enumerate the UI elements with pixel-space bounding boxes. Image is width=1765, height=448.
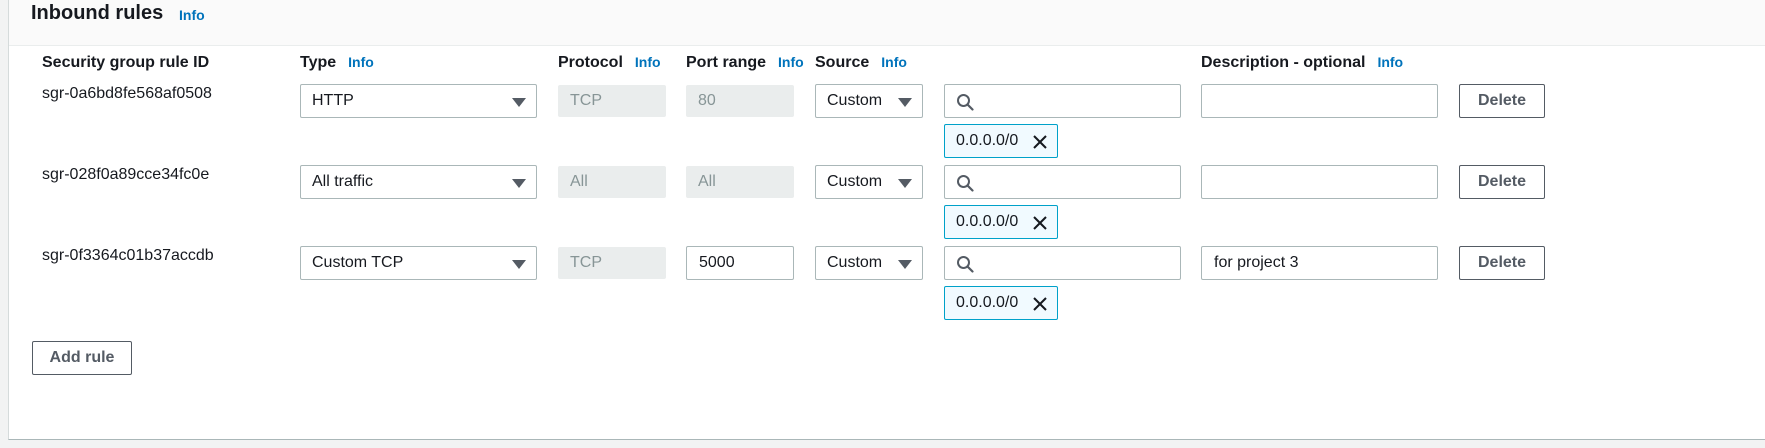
col-rule-id: Security group rule ID <box>42 54 209 72</box>
caret-down-icon <box>898 179 912 188</box>
col-type: Type Info <box>300 54 374 72</box>
rule-id: sgr-028f0a89cce34fc0e <box>42 166 210 183</box>
caret-down-icon <box>512 260 526 269</box>
caret-down-icon <box>898 260 912 269</box>
cidr-search-input[interactable] <box>944 165 1181 199</box>
cidr-search-input[interactable] <box>944 84 1181 118</box>
source-select[interactable]: Custom <box>815 246 923 280</box>
port-range-input[interactable]: 5000 <box>686 246 794 280</box>
close-icon[interactable] <box>1031 295 1049 313</box>
description-input[interactable] <box>1201 84 1438 118</box>
source-select-value: Custom <box>827 254 883 271</box>
source-select-value: Custom <box>827 173 883 190</box>
cidr-token-label: 0.0.0.0/0 <box>956 132 1019 149</box>
col-protocol: Protocol Info <box>558 54 661 72</box>
description-input[interactable] <box>1201 165 1438 199</box>
caret-down-icon <box>898 98 912 107</box>
type-select-value: Custom TCP <box>312 254 404 271</box>
col-port-range-label: Port range <box>686 54 767 71</box>
search-icon <box>957 175 974 192</box>
panel-header: Inbound rules Info <box>9 0 1765 46</box>
port-range-field: All <box>686 166 794 198</box>
source-select[interactable]: Custom <box>815 84 923 118</box>
header-info-link[interactable]: Info <box>179 7 205 23</box>
col-source-label: Source <box>815 54 870 71</box>
type-select[interactable]: HTTP <box>300 84 537 118</box>
search-icon <box>957 94 974 111</box>
protocol-field: All <box>558 166 666 198</box>
caret-down-icon <box>512 98 526 107</box>
cidr-token-label: 0.0.0.0/0 <box>956 213 1019 230</box>
col-port-range: Port range Info <box>686 54 804 72</box>
delete-button[interactable]: Delete <box>1459 84 1545 118</box>
cidr-token: 0.0.0.0/0 <box>944 124 1058 158</box>
search-icon <box>957 256 974 273</box>
type-info-link[interactable]: Info <box>348 54 374 70</box>
type-select-value: HTTP <box>312 92 354 109</box>
rule-id: sgr-0a6bd8fe568af0508 <box>42 85 212 102</box>
cidr-token-label: 0.0.0.0/0 <box>956 294 1019 311</box>
cidr-token: 0.0.0.0/0 <box>944 205 1058 239</box>
col-description: Description - optional Info <box>1201 54 1403 72</box>
protocol-field: TCP <box>558 247 666 279</box>
port-range-info-link[interactable]: Info <box>778 54 804 70</box>
description-info-link[interactable]: Info <box>1377 54 1403 70</box>
panel-title: Inbound rules <box>31 2 164 24</box>
cidr-token: 0.0.0.0/0 <box>944 286 1058 320</box>
description-input[interactable]: for project 3 <box>1201 246 1438 280</box>
type-select[interactable]: Custom TCP <box>300 246 537 280</box>
delete-button[interactable]: Delete <box>1459 246 1545 280</box>
cidr-search-input[interactable] <box>944 246 1181 280</box>
rule-id: sgr-0f3364c01b37accdb <box>42 247 214 264</box>
col-description-label: Description - optional <box>1201 54 1366 71</box>
add-rule-button[interactable]: Add rule <box>32 341 132 375</box>
caret-down-icon <box>512 179 526 188</box>
source-select-value: Custom <box>827 92 883 109</box>
source-info-link[interactable]: Info <box>881 54 907 70</box>
type-select[interactable]: All traffic <box>300 165 537 199</box>
protocol-field: TCP <box>558 85 666 117</box>
col-source: Source Info <box>815 54 907 72</box>
col-rule-id-label: Security group rule ID <box>42 54 210 71</box>
source-select[interactable]: Custom <box>815 165 923 199</box>
port-range-field: 80 <box>686 85 794 117</box>
close-icon[interactable] <box>1031 133 1049 151</box>
protocol-info-link[interactable]: Info <box>635 54 661 70</box>
delete-button[interactable]: Delete <box>1459 165 1545 199</box>
inbound-rules-panel: Inbound rules Info Security group rule I… <box>8 0 1765 440</box>
col-type-label: Type <box>300 54 337 71</box>
close-icon[interactable] <box>1031 214 1049 232</box>
col-protocol-label: Protocol <box>558 54 623 71</box>
type-select-value: All traffic <box>312 173 374 190</box>
